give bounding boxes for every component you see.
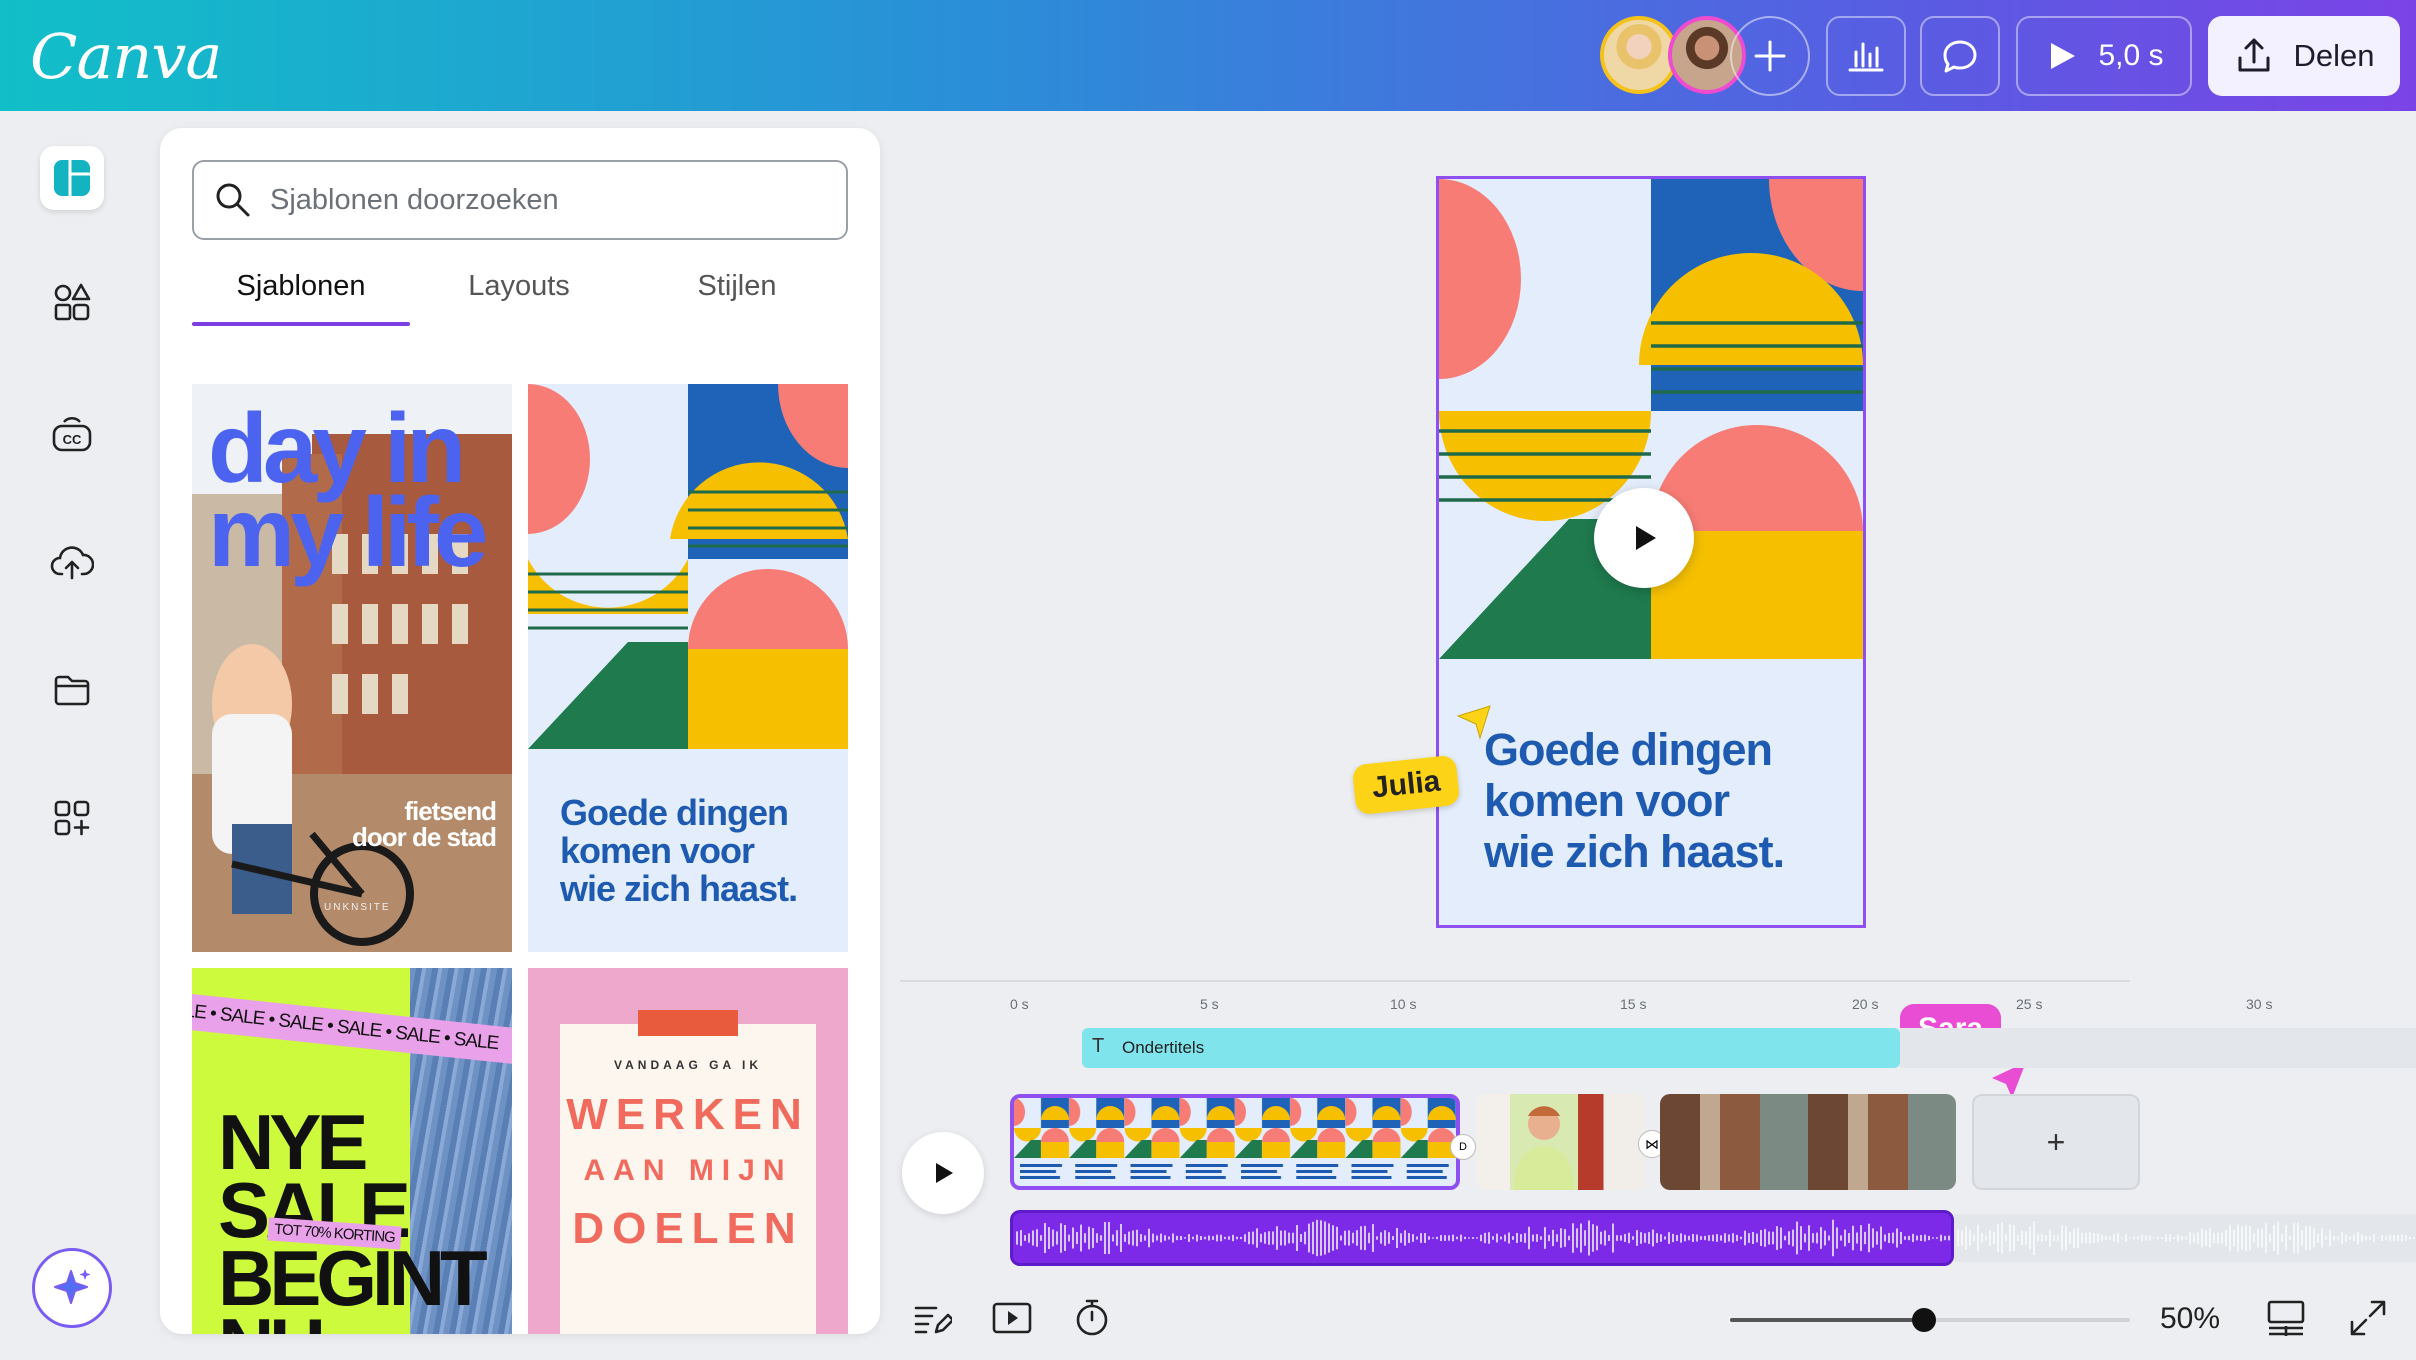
grid-view-icon bbox=[2267, 1300, 2305, 1336]
timeline-ruler bbox=[900, 980, 2130, 982]
notes-button[interactable] bbox=[910, 1296, 954, 1340]
tick-5: 5 s bbox=[1200, 996, 1219, 1012]
canva-logo[interactable]: Canva bbox=[30, 20, 222, 93]
magic-assistant-button[interactable] bbox=[32, 1248, 112, 1328]
collaborator-avatar-julia[interactable] bbox=[1600, 16, 1678, 94]
expand-icon bbox=[2350, 1300, 2386, 1336]
template-thumb-nye-sale[interactable]: ALE • SALE • SALE • SALE • SALE • SALE N… bbox=[192, 968, 512, 1334]
zoom-slider-fill bbox=[1730, 1318, 1924, 1322]
folder-icon bbox=[54, 675, 90, 706]
present-button[interactable] bbox=[990, 1296, 1034, 1340]
chart-bars-icon bbox=[1848, 42, 1884, 72]
design-play-button[interactable] bbox=[1594, 488, 1694, 588]
rail-apps[interactable] bbox=[40, 786, 104, 850]
text-icon: T bbox=[1092, 1035, 1105, 1057]
cloud-upload-icon bbox=[50, 546, 94, 580]
design-quote-text[interactable]: Goede dingen komen voor wie zich haast. bbox=[1484, 724, 1785, 877]
rail-projects[interactable] bbox=[40, 658, 104, 722]
template-search[interactable] bbox=[192, 160, 848, 240]
share-label: Delen bbox=[2293, 38, 2375, 73]
rail-uploads[interactable] bbox=[40, 530, 104, 594]
tick-10: 10 s bbox=[1390, 996, 1417, 1012]
fullscreen-button[interactable] bbox=[2346, 1296, 2390, 1340]
timeline-play-button[interactable] bbox=[902, 1132, 984, 1214]
template-credit: UNKNSITE bbox=[324, 902, 391, 913]
comment-button[interactable] bbox=[1920, 16, 2000, 96]
notes-icon bbox=[914, 1306, 952, 1334]
search-icon bbox=[216, 183, 250, 217]
search-input[interactable] bbox=[270, 183, 830, 217]
audio-waveform-faded bbox=[1957, 1221, 2415, 1255]
top-bar: Canva 5,0 s Delen bbox=[0, 0, 2416, 111]
plus-icon bbox=[1754, 40, 1786, 72]
geometric-pattern bbox=[528, 384, 848, 749]
comment-icon bbox=[1943, 40, 1977, 73]
tab-templates[interactable]: Sjablonen bbox=[192, 268, 410, 326]
tick-30: 30 s bbox=[2246, 996, 2273, 1012]
template-thumb-goede-dingen[interactable]: Goede dingen komen voor wie zich haast. bbox=[528, 384, 848, 952]
apps-icon bbox=[54, 800, 90, 836]
clip-filmstrip bbox=[1014, 1098, 1456, 1186]
share-button[interactable]: Delen bbox=[2208, 16, 2400, 96]
goal-line-2: WERKEN bbox=[566, 1090, 810, 1139]
panel-tabs: Sjablonen Layouts Stijlen bbox=[192, 268, 848, 326]
goal-line-4: DOELEN bbox=[572, 1204, 804, 1253]
play-duration: 5,0 s bbox=[2098, 39, 2164, 72]
subtitle-track[interactable]: T Ondertitels bbox=[1082, 1028, 1900, 1068]
tape-strip bbox=[638, 1010, 738, 1036]
template-thumb-day-in-my-life[interactable]: day in my life fietsend door de stad UNK… bbox=[192, 384, 512, 952]
cursor-julia-icon bbox=[1456, 705, 1491, 740]
tick-20: 20 s bbox=[1852, 996, 1879, 1012]
add-clip-button[interactable]: + bbox=[1972, 1094, 2140, 1190]
templates-icon bbox=[54, 160, 90, 196]
upload-icon bbox=[2238, 38, 2269, 72]
invite-button[interactable] bbox=[1730, 16, 1810, 96]
play-presentation-button[interactable]: 5,0 s bbox=[2016, 16, 2192, 96]
templates-panel: Sjablonen Layouts Stijlen day in my life… bbox=[160, 128, 880, 1334]
video-clip-3[interactable] bbox=[1660, 1094, 1956, 1190]
goal-line-1: VANDAAG GA IK bbox=[614, 1058, 762, 1072]
tick-25: 25 s bbox=[2016, 996, 2043, 1012]
play-icon bbox=[1636, 526, 1656, 550]
template-headline: day in my life bbox=[208, 393, 488, 587]
rail-templates[interactable] bbox=[40, 146, 104, 210]
template-thumb-doelen[interactable]: VANDAAG GA IK WERKEN AAN MIJN DOELEN bbox=[528, 968, 848, 1334]
template-subline: fietsend door de stad bbox=[351, 796, 497, 852]
audio-track[interactable] bbox=[1010, 1210, 1954, 1266]
captions-icon: CC bbox=[52, 417, 92, 452]
tab-styles[interactable]: Stijlen bbox=[628, 268, 846, 326]
zoom-level[interactable]: 50% bbox=[2160, 1302, 2220, 1336]
presentation-icon bbox=[992, 1302, 1032, 1334]
timer-button[interactable] bbox=[1070, 1296, 1114, 1340]
tick-15: 15 s bbox=[1620, 996, 1647, 1012]
timer-icon bbox=[1076, 1299, 1108, 1336]
tick-0: 0 s bbox=[1010, 996, 1029, 1012]
svg-text:CC: CC bbox=[63, 432, 82, 447]
transition-handle-1[interactable]: D bbox=[1450, 1134, 1476, 1160]
zoom-slider-knob[interactable] bbox=[1912, 1308, 1936, 1332]
play-icon bbox=[2051, 43, 2076, 69]
audio-waveform bbox=[1016, 1219, 1950, 1257]
goal-line-3: AAN MIJN bbox=[583, 1154, 793, 1187]
rail-elements[interactable] bbox=[40, 270, 104, 334]
tab-layouts[interactable]: Layouts bbox=[410, 268, 628, 326]
sparkle-icon bbox=[54, 1269, 91, 1304]
audio-track-empty bbox=[1954, 1214, 2416, 1262]
video-clip-2[interactable] bbox=[1476, 1094, 1646, 1190]
insights-button[interactable] bbox=[1826, 16, 1906, 96]
subtitle-track-empty bbox=[1900, 1028, 2416, 1068]
sale-headline: NYE SALE BEGINT NU bbox=[218, 1098, 488, 1334]
elements-icon bbox=[54, 283, 91, 321]
video-clip-1[interactable] bbox=[1010, 1094, 1460, 1190]
play-icon bbox=[936, 1163, 953, 1183]
grid-view-button[interactable] bbox=[2264, 1296, 2308, 1340]
clip-person-thumb bbox=[1514, 1106, 1574, 1190]
template-quote: Goede dingen komen voor wie zich haast. bbox=[560, 792, 798, 909]
subtitle-track-label: Ondertitels bbox=[1122, 1038, 1205, 1057]
rail-captions[interactable]: CC bbox=[40, 402, 104, 466]
